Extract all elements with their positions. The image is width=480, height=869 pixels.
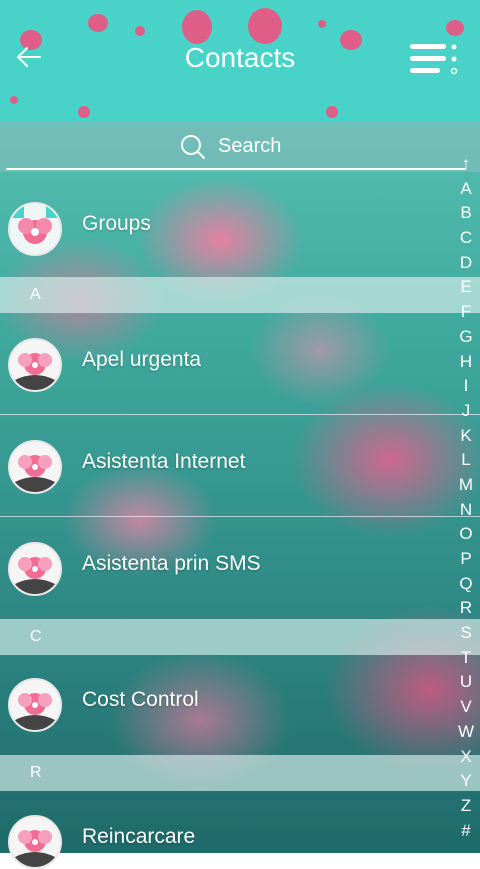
alphabet-index-letter[interactable]: # xyxy=(454,819,478,844)
alphabet-index-letter[interactable]: Y xyxy=(454,769,478,794)
petal-decoration xyxy=(88,14,108,32)
groups-label: Groups xyxy=(82,212,151,235)
contact-avatar xyxy=(8,338,62,392)
contact-row[interactable]: Asistenta Internet xyxy=(0,415,480,517)
section-header-a: A xyxy=(0,277,480,313)
alphabet-index-letter[interactable]: U xyxy=(454,670,478,695)
groups-avatar xyxy=(8,202,62,256)
contact-avatar xyxy=(8,815,62,869)
alphabet-index-letter[interactable]: W xyxy=(454,720,478,745)
alphabet-index-letter[interactable]: O xyxy=(454,522,478,547)
alphabet-index-letter[interactable]: T xyxy=(454,646,478,671)
petal-decoration xyxy=(326,106,338,118)
contact-name: Asistenta Internet xyxy=(82,450,246,473)
contact-name: Cost Control xyxy=(82,688,199,711)
alphabet-index-top[interactable]: ↑ xyxy=(454,152,478,177)
section-header-c: C xyxy=(0,619,480,655)
section-letter: C xyxy=(30,628,42,645)
alphabet-index[interactable]: ↑ A B C D E F G H I J K L M N O P Q R S T U V W X Y Z # xyxy=(454,152,478,843)
section-header-r: R xyxy=(0,755,480,791)
alphabet-index-letter[interactable]: M xyxy=(454,473,478,498)
alphabet-index-letter[interactable]: X xyxy=(454,745,478,770)
alphabet-index-letter[interactable]: D xyxy=(454,251,478,276)
petal-decoration xyxy=(182,10,212,44)
petal-decoration xyxy=(318,20,326,28)
alphabet-index-letter[interactable]: I xyxy=(454,374,478,399)
petal-decoration xyxy=(248,8,282,44)
petal-decoration xyxy=(78,106,90,118)
section-letter: A xyxy=(30,286,41,303)
alphabet-index-letter[interactable]: C xyxy=(454,226,478,251)
alphabet-index-letter[interactable]: Z xyxy=(454,794,478,819)
menu-icon[interactable] xyxy=(408,40,460,80)
contact-row[interactable]: Reincarcare xyxy=(0,791,480,869)
alphabet-index-letter[interactable]: H xyxy=(454,350,478,375)
contact-name: Apel urgenta xyxy=(82,348,202,371)
alphabet-index-letter[interactable]: L xyxy=(454,448,478,473)
alphabet-index-letter[interactable]: Q xyxy=(454,572,478,597)
alphabet-index-letter[interactable]: J xyxy=(454,399,478,424)
alphabet-index-letter[interactable]: N xyxy=(454,498,478,523)
alphabet-index-letter[interactable]: V xyxy=(454,695,478,720)
alphabet-index-letter[interactable]: A xyxy=(454,177,478,202)
petal-decoration xyxy=(446,20,464,36)
alphabet-index-letter[interactable]: G xyxy=(454,325,478,350)
search-icon xyxy=(180,134,206,160)
alphabet-index-letter[interactable]: F xyxy=(454,300,478,325)
top-bar: Contacts xyxy=(0,0,480,122)
alphabet-index-letter[interactable]: E xyxy=(454,275,478,300)
alphabet-index-letter[interactable]: R xyxy=(454,596,478,621)
alphabet-index-letter[interactable]: S xyxy=(454,621,478,646)
contact-name: Asistenta prin SMS xyxy=(82,552,261,575)
contact-avatar xyxy=(8,542,62,596)
groups-row[interactable]: Groups xyxy=(0,177,480,277)
contact-avatar xyxy=(8,440,62,494)
search-input[interactable]: Search xyxy=(6,122,466,170)
contact-row[interactable]: Asistenta prin SMS xyxy=(0,517,480,619)
contact-name: Reincarcare xyxy=(82,825,196,848)
petal-decoration xyxy=(10,96,18,104)
contact-row[interactable]: Cost Control xyxy=(0,653,480,755)
petal-decoration xyxy=(135,26,145,36)
alphabet-index-letter[interactable]: K xyxy=(454,424,478,449)
section-letter: R xyxy=(30,764,42,781)
alphabet-index-letter[interactable]: P xyxy=(454,547,478,572)
search-placeholder: Search xyxy=(218,135,282,157)
contact-row[interactable]: Apel urgenta xyxy=(0,313,480,415)
alphabet-index-letter[interactable]: B xyxy=(454,201,478,226)
contact-avatar xyxy=(8,678,62,732)
